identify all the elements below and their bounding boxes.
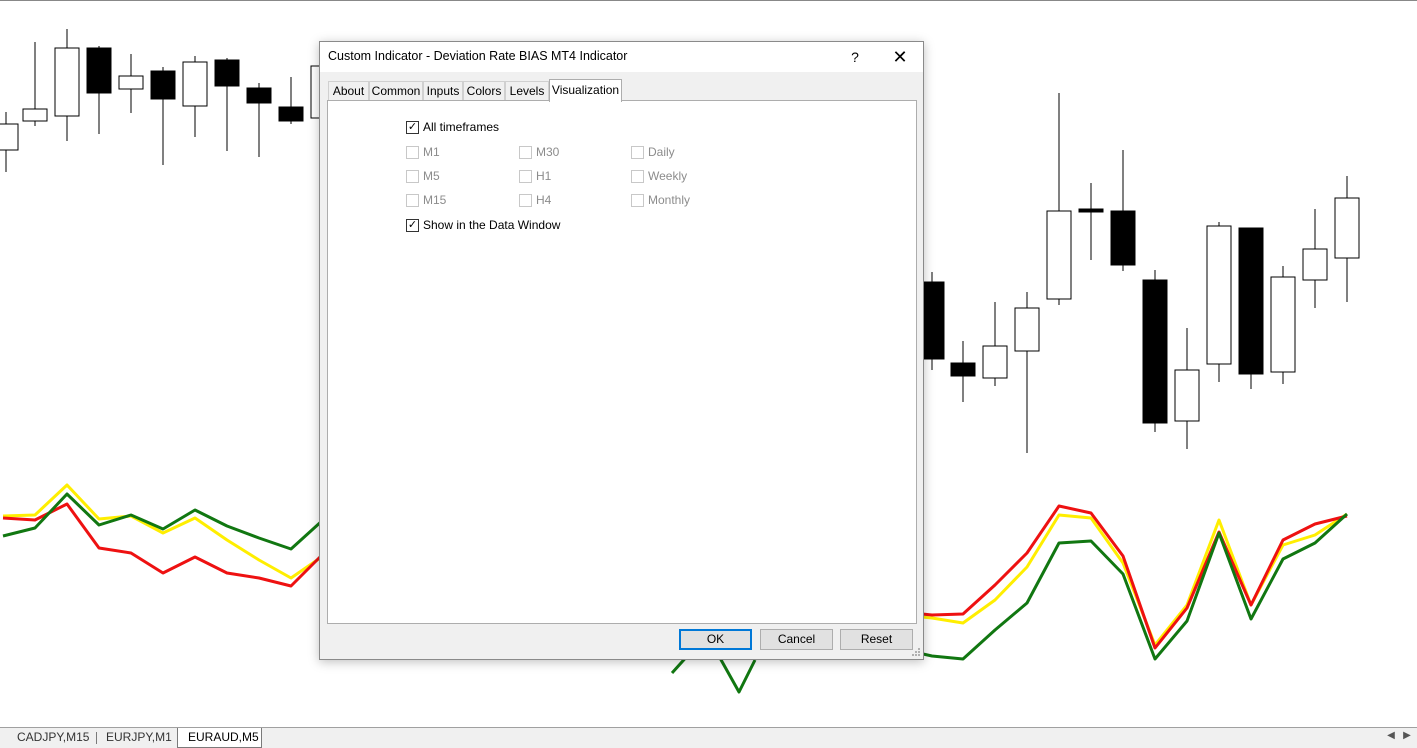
candle (1270, 266, 1296, 384)
ok-button[interactable]: OK (679, 629, 752, 650)
timeframe-label: M30 (536, 145, 560, 159)
candle (214, 58, 240, 151)
all-timeframes-label: All timeframes (423, 120, 500, 134)
candle-body (246, 87, 272, 104)
candle-body (214, 59, 240, 87)
candle (150, 67, 176, 165)
candle (86, 46, 112, 134)
candle-body (1174, 369, 1200, 422)
show-in-data-window-label: Show in the Data Window (423, 218, 561, 232)
visualization-panel: ✓ All timeframes M1 M5 M15 M30 H1 H4 Dai… (327, 100, 917, 624)
tab-visualization[interactable]: Visualization (549, 79, 622, 102)
candle (182, 56, 208, 137)
candle-body (86, 47, 112, 94)
resize-grip-icon[interactable] (911, 647, 921, 657)
candle (1142, 270, 1168, 432)
candle-body (1078, 208, 1104, 213)
chart-tab-bar: CADJPY,M15 EURJPY,M1 EURAUD,M5 ◀ ▶ (0, 727, 1417, 748)
candle (0, 112, 19, 172)
candle (1238, 227, 1264, 389)
close-button[interactable]: ✕ (885, 42, 915, 72)
candle (22, 42, 48, 126)
tab-levels[interactable]: Levels (505, 81, 549, 101)
timeframe-label: Monthly (648, 193, 691, 207)
dialog-titlebar[interactable]: Custom Indicator - Deviation Rate BIAS M… (320, 42, 923, 72)
timeframe-label: Daily (648, 145, 675, 159)
reset-button[interactable]: Reset (840, 629, 913, 650)
dialog-title: Custom Indicator - Deviation Rate BIAS M… (328, 49, 628, 63)
checkbox-box: ✓ (406, 121, 419, 134)
tab-common[interactable]: Common (369, 81, 423, 101)
candle-body (1270, 276, 1296, 373)
cancel-button[interactable]: Cancel (760, 629, 833, 650)
candle-body (0, 123, 19, 151)
tab-colors[interactable]: Colors (463, 81, 505, 101)
timeframe-label: M5 (423, 169, 440, 183)
chart-tab-euraud[interactable]: EURAUD,M5 (177, 728, 262, 748)
candle-body (22, 108, 48, 122)
candle (1014, 292, 1040, 453)
candle-body (1046, 210, 1072, 300)
help-button[interactable]: ? (840, 42, 870, 72)
candle (1046, 93, 1072, 305)
candle-body (1206, 225, 1232, 365)
scroll-right-icon[interactable]: ▶ (1401, 730, 1413, 741)
candle (982, 302, 1008, 386)
candle-body (118, 75, 144, 90)
candle-body (150, 70, 176, 100)
candle-body (1142, 279, 1168, 424)
candle (1078, 183, 1104, 260)
candle (950, 341, 976, 402)
candle (1174, 328, 1200, 449)
tab-inputs[interactable]: Inputs (423, 81, 463, 101)
timeframe-label: Weekly (648, 169, 688, 183)
candle (1302, 209, 1328, 308)
candle (54, 29, 80, 141)
tab-about[interactable]: About (328, 81, 369, 101)
candle-body (1334, 197, 1360, 259)
candle (118, 54, 144, 113)
candle-body (54, 47, 80, 117)
candle-body (1110, 210, 1136, 266)
candle-body (982, 345, 1008, 379)
candle (1206, 222, 1232, 382)
candle (246, 83, 272, 157)
candle-body (278, 106, 304, 122)
custom-indicator-dialog: Custom Indicator - Deviation Rate BIAS M… (319, 41, 924, 660)
candle-body (1238, 227, 1264, 375)
chart-tab-cadjpy[interactable]: CADJPY,M15 (7, 728, 99, 748)
scroll-left-icon[interactable]: ◀ (1385, 730, 1397, 741)
checkbox-box: ✓ (406, 219, 419, 232)
timeframe-label: H4 (536, 193, 552, 207)
candle-body (182, 61, 208, 107)
timeframe-label: M1 (423, 145, 440, 159)
candle (1110, 150, 1136, 271)
candle-body (1302, 248, 1328, 281)
candle (1334, 176, 1360, 302)
candle (278, 77, 304, 124)
candle-body (1014, 307, 1040, 352)
chart-tab-eurjpy[interactable]: EURJPY,M1 (96, 728, 182, 748)
timeframe-label: M15 (423, 193, 447, 207)
candle-body (950, 362, 976, 377)
timeframe-label: H1 (536, 169, 552, 183)
